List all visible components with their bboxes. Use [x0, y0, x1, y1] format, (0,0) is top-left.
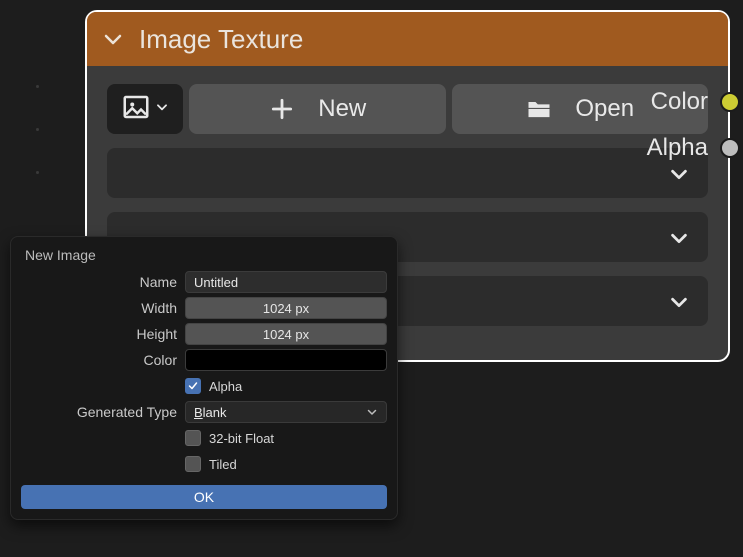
- width-field[interactable]: 1024 px: [185, 297, 387, 319]
- ok-label: OK: [194, 489, 214, 505]
- folder-icon: [525, 95, 553, 123]
- new-button[interactable]: New: [189, 84, 446, 134]
- tiled-checkbox[interactable]: [185, 456, 201, 472]
- chevron-down-icon: [668, 227, 688, 247]
- gentype-label: Generated Type: [21, 404, 177, 420]
- height-value: 1024 px: [263, 327, 309, 342]
- color-field[interactable]: [185, 349, 387, 371]
- chevron-down-icon: [366, 406, 378, 418]
- image-source-menu[interactable]: [107, 84, 183, 134]
- float-row[interactable]: 32-bit Float: [21, 425, 387, 451]
- ok-button[interactable]: OK: [21, 485, 387, 509]
- dropdown-1[interactable]: [107, 148, 708, 198]
- gentype-select[interactable]: Blank: [185, 401, 387, 423]
- new-image-popover: New Image Name Untitled Width 1024 px He…: [10, 236, 398, 520]
- popover-title: New Image: [21, 247, 387, 263]
- output-label: Color: [651, 88, 708, 116]
- width-value: 1024 px: [263, 301, 309, 316]
- alpha-label: Alpha: [209, 379, 242, 394]
- float-checkbox[interactable]: [185, 430, 201, 446]
- plus-icon: [268, 95, 296, 123]
- node-title: Image Texture: [139, 24, 303, 55]
- gentype-value: Blank: [194, 405, 227, 420]
- collapse-icon[interactable]: [101, 27, 125, 51]
- name-label: Name: [21, 274, 177, 290]
- node-outputs: Color Alpha: [647, 88, 740, 162]
- name-value: Untitled: [194, 275, 238, 290]
- output-alpha: Alpha: [647, 134, 740, 162]
- height-label: Height: [21, 326, 177, 342]
- tiled-label: Tiled: [209, 457, 237, 472]
- chevron-down-icon: [155, 100, 169, 119]
- socket-color[interactable]: [720, 92, 740, 112]
- output-color: Color: [647, 88, 740, 116]
- height-field[interactable]: 1024 px: [185, 323, 387, 345]
- output-label: Alpha: [647, 134, 708, 162]
- tiled-row[interactable]: Tiled: [21, 451, 387, 477]
- alpha-row[interactable]: Alpha: [21, 373, 387, 399]
- new-button-label: New: [318, 95, 366, 123]
- image-icon: [121, 92, 151, 127]
- width-label: Width: [21, 300, 177, 316]
- node-header[interactable]: Image Texture: [87, 12, 728, 66]
- alpha-checkbox[interactable]: [185, 378, 201, 394]
- float-label: 32-bit Float: [209, 431, 274, 446]
- chevron-down-icon: [668, 291, 688, 311]
- open-button-label: Open: [575, 95, 634, 123]
- chevron-down-icon: [668, 163, 688, 183]
- socket-alpha[interactable]: [720, 138, 740, 158]
- color-label: Color: [21, 352, 177, 368]
- name-field[interactable]: Untitled: [185, 271, 387, 293]
